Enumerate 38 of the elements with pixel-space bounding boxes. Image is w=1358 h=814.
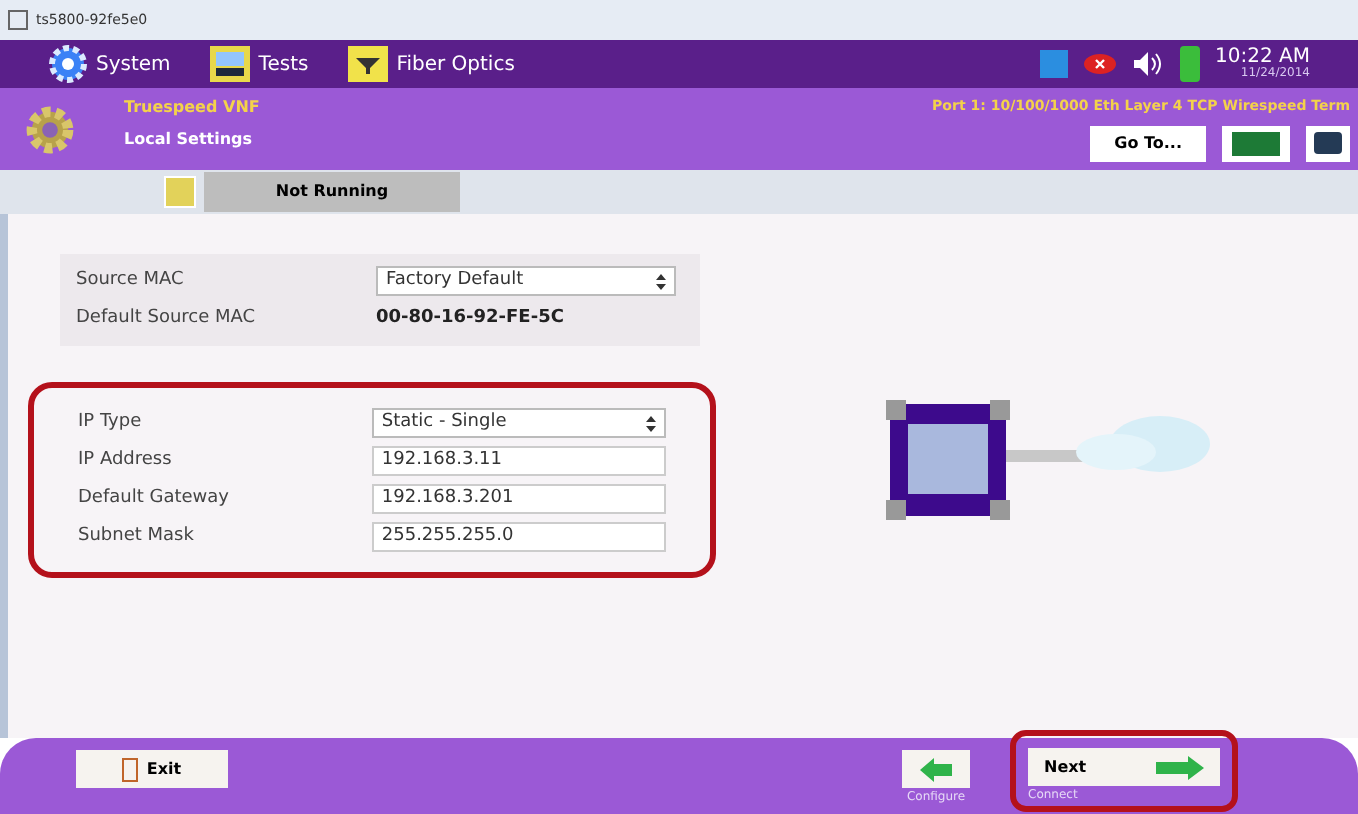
input-field[interactable]: 192.168.3.201 [371, 484, 666, 514]
menu-item[interactable]: System [48, 44, 171, 84]
goto-button[interactable]: Go To... [1090, 125, 1206, 161]
filter-icon [348, 46, 389, 82]
input-field[interactable]: 192.168.3.11 [371, 446, 666, 476]
field-label: IP Address [78, 447, 174, 474]
run-state: Not Running [204, 172, 460, 212]
page-title: Local Settings [124, 128, 255, 152]
dropdown[interactable]: Static - Single [371, 408, 666, 438]
updown-icon [646, 415, 656, 431]
next-button[interactable]: Next [1028, 748, 1220, 786]
menu-item[interactable]: Fiber Optics [348, 46, 515, 82]
field-label: Default Source MAC [76, 305, 258, 332]
test-name: Truespeed VNF [124, 96, 260, 120]
field-label: Source MAC [76, 267, 186, 294]
status-indicator [164, 176, 196, 208]
input-field[interactable]: 255.255.255.0 [371, 522, 666, 552]
exit-button[interactable]: Exit [76, 750, 228, 788]
menu-item[interactable]: Tests [210, 46, 309, 82]
right-arrow-icon [1156, 755, 1204, 779]
speaker-icon[interactable] [1131, 50, 1164, 78]
app-icon [8, 10, 28, 30]
tests-icon [210, 46, 251, 82]
report-button[interactable] [1222, 125, 1290, 161]
battery-icon[interactable] [1179, 46, 1200, 82]
mac-value: 00-80-16-92-FE-5C [376, 305, 564, 332]
camera-button[interactable] [1306, 125, 1350, 161]
close-icon[interactable] [1083, 54, 1116, 74]
gear-icon [48, 44, 88, 84]
dropdown[interactable]: Factory Default [376, 266, 676, 296]
field-label: Default Gateway [78, 485, 232, 512]
updown-icon [656, 273, 666, 289]
field-label: IP Type [78, 409, 144, 436]
clock-time: 10:22 AM [1215, 48, 1310, 68]
field-label: Subnet Mask [78, 523, 196, 550]
exit-icon [122, 757, 139, 781]
left-arrow-icon [920, 757, 952, 781]
gear-icon [24, 104, 76, 156]
